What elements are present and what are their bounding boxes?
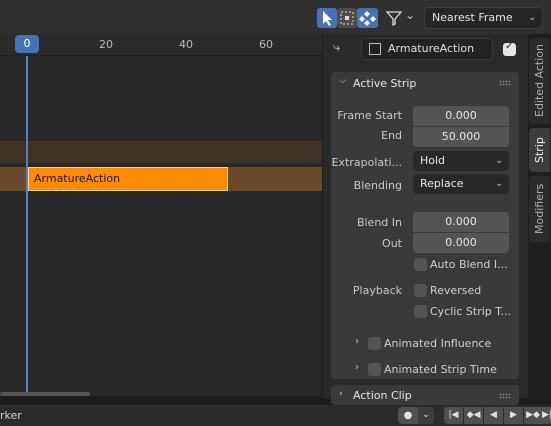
next-keyframe-button[interactable]: ▶◆ [524,407,542,424]
editor-header: ⌄ Nearest Frame ⌄ [0,0,551,34]
ruler-tick-label: 60 [259,38,273,51]
jump-end-icon: ▶| [542,410,551,420]
play-icon: ▶ [510,410,517,420]
chevron-down-icon: ⌄ [495,156,503,166]
box-select-icon [340,11,354,25]
filter-dropdown[interactable]: ⌄ [385,8,417,28]
sidebar-panel: ⤷ ArmatureAction ⌵ Active Strip Frame St… [323,34,528,405]
frame-end-field[interactable]: 50.000 [413,127,509,147]
nla-track-icon: ⤷ [333,40,341,55]
tab-modifiers[interactable]: Modifiers [529,176,550,242]
select-tool-button[interactable] [317,8,337,28]
diamond-grid-icon [359,11,376,26]
chevron-down-icon: ⌄ [528,13,536,23]
play-reverse-icon: ◀ [490,410,497,420]
end-label: End [381,129,402,142]
snap-mode-value: Nearest Frame [432,11,513,24]
animated-strip-time-label[interactable]: Animated Strip Time [384,363,497,376]
frame-start-field[interactable]: 0.000 [413,106,509,126]
snap-mode-dropdown[interactable]: Nearest Frame ⌄ [424,7,543,29]
sidebar-header: ⤷ ArmatureAction [323,34,528,64]
jump-end-button[interactable]: ▶| [542,407,551,424]
timeline-footer: rker ● ⌄ |◀ ◆◀ ◀ ▶ ▶◆ ▶| [0,405,551,426]
grid-line [66,56,67,396]
cursor-icon [323,11,332,26]
box-select-button[interactable] [337,8,357,28]
blend-in-label: Blend In [356,216,402,229]
jump-start-icon: |◀ [448,410,459,420]
animated-influence-checkbox[interactable] [368,337,381,350]
action-name-field[interactable]: ArmatureAction [361,38,493,60]
grid-line [146,56,147,396]
prev-keyframe-icon: ◆◀ [466,410,481,420]
action-enabled-checkbox[interactable] [503,41,516,56]
blending-value: Replace [420,177,464,190]
ruler-tick-label: 40 [179,38,193,51]
cyclic-strip-time-label[interactable]: Cyclic Strip T... [430,305,511,318]
action-strip[interactable]: ArmatureAction [28,167,228,191]
current-frame-indicator[interactable]: 0 [15,35,39,53]
marker-menu[interactable]: rker [0,409,22,422]
nla-track-area[interactable]: ArmatureAction [0,56,322,396]
chevron-down-icon[interactable]: ⌵ [339,76,346,86]
cyclic-strip-time-checkbox[interactable] [414,305,427,318]
action-clip-panel: › Action Clip [331,385,519,405]
frame-ruler[interactable]: 0 20 40 60 [0,34,322,56]
reversed-checkbox[interactable] [414,284,427,297]
keying-dropdown[interactable]: ⌄ [418,407,434,424]
blend-out-field[interactable]: 0.000 [413,233,509,253]
action-name-value: ArmatureAction [388,42,475,55]
chevron-down-icon: ⌄ [422,410,430,420]
track-row[interactable] [0,141,322,163]
tab-edited-action[interactable]: Edited Action [529,38,550,124]
play-reverse-button[interactable]: ◀ [484,407,503,424]
animated-influence-label[interactable]: Animated Influence [384,337,491,350]
grid-line [226,56,227,396]
auto-blend-checkbox[interactable] [414,258,427,271]
jump-start-button[interactable]: |◀ [444,407,463,424]
grid-line [106,56,107,396]
reversed-label[interactable]: Reversed [430,284,481,297]
chevron-right-icon[interactable]: › [339,389,343,399]
frame-start-label: Frame Start [337,109,402,122]
chevron-right-icon[interactable]: › [355,336,359,347]
auto-blend-label[interactable]: Auto Blend I... [430,258,508,271]
sidebar-tabs: Edited Action Strip Modifiers [528,34,551,398]
prev-keyframe-button[interactable]: ◆◀ [464,407,483,424]
blending-label: Blending [353,179,402,192]
chevron-down-icon: ⌄ [405,8,416,22]
extrapolation-label: Extrapolati... [331,156,402,169]
blend-out-label: Out [382,237,402,250]
play-button[interactable]: ▶ [504,407,523,424]
action-icon [369,43,381,55]
playback-label: Playback [352,284,402,297]
horizontal-scrollbar[interactable] [0,392,90,396]
chevron-down-icon: ⌄ [495,179,503,189]
extrapolation-value: Hold [420,154,446,167]
playhead-line[interactable] [26,56,28,396]
active-strip-panel: ⌵ Active Strip Frame Start 0.000 End 50.… [331,72,519,379]
filter-icon [385,11,403,27]
chevron-right-icon[interactable]: › [355,362,359,373]
next-keyframe-icon: ▶◆ [526,410,540,420]
extrapolation-dropdown[interactable]: Hold ⌄ [413,151,509,171]
animated-strip-time-checkbox[interactable] [368,363,381,376]
grid-line [306,56,307,396]
grid-line [266,56,267,396]
tweak-button[interactable] [357,8,378,28]
record-button[interactable]: ● [398,407,418,424]
blending-dropdown[interactable]: Replace ⌄ [413,174,509,194]
drag-handle-icon[interactable] [499,80,511,86]
panel-title[interactable]: Active Strip [353,77,416,90]
blend-in-field[interactable]: 0.000 [413,212,509,232]
ruler-tick-label: 20 [99,38,113,51]
grid-line [186,56,187,396]
tab-strip[interactable]: Strip [529,128,550,172]
record-icon: ● [403,410,413,421]
panel-title[interactable]: Action Clip [353,389,412,402]
drag-handle-icon[interactable] [499,393,511,399]
